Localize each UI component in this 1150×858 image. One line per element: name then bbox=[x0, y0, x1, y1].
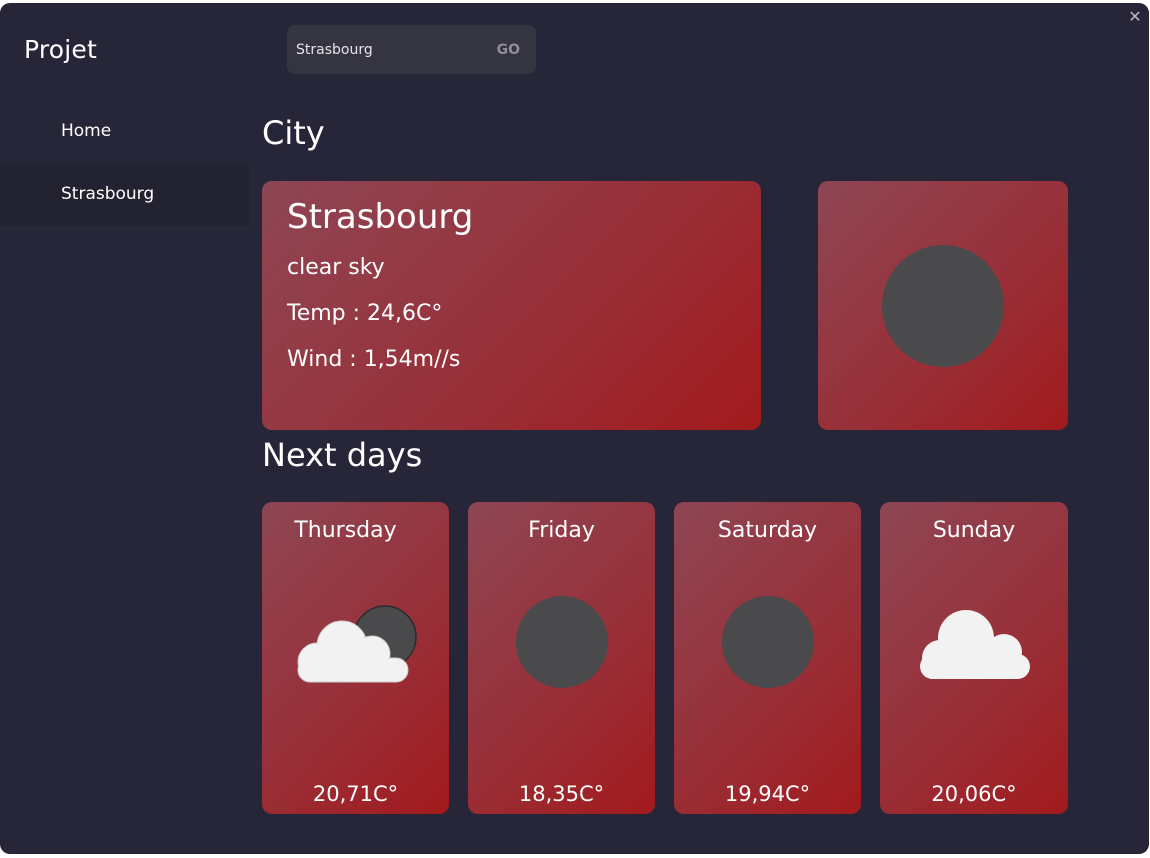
forecast-day-name: Saturday bbox=[717, 518, 818, 543]
search-input[interactable] bbox=[296, 39, 486, 61]
clear-sky-icon bbox=[722, 596, 814, 688]
app-title: Projet bbox=[24, 35, 97, 64]
current-wind: Wind : 1,54m//s bbox=[287, 347, 461, 372]
search-box: GO bbox=[287, 25, 536, 74]
city-name: Strasbourg bbox=[287, 197, 474, 237]
sidebar-nav: Home Strasbourg bbox=[0, 100, 249, 226]
cloud-with-moon-icon bbox=[297, 605, 417, 683]
forecast-temperature: 20,71C° bbox=[312, 782, 399, 806]
forecast-card-friday: Friday 18,35C° bbox=[468, 502, 655, 814]
clear-sky-icon bbox=[516, 596, 608, 688]
sidebar-item-strasbourg[interactable]: Strasbourg bbox=[0, 163, 249, 226]
forecast-day-name: Sunday bbox=[932, 518, 1016, 543]
forecast-card-thursday: Thursday 20,71C° bbox=[262, 502, 449, 814]
forecast-temperature: 20,06C° bbox=[931, 782, 1017, 806]
sidebar-item-home[interactable]: Home bbox=[0, 100, 249, 163]
forecast-section-title: Next days bbox=[262, 436, 423, 474]
forecast-card-saturday: Saturday 19,94C° bbox=[674, 502, 861, 814]
city-icon-card bbox=[818, 181, 1068, 430]
weather-description: clear sky bbox=[287, 255, 385, 280]
city-section-title: City bbox=[262, 114, 325, 152]
cloud-icon bbox=[920, 610, 1030, 679]
forecast-temperature: 19,94C° bbox=[724, 782, 811, 806]
app-window: ✕ Projet Home Strasbourg GO City Strasbo… bbox=[0, 3, 1149, 854]
clear-sky-icon bbox=[882, 245, 1004, 367]
close-icon[interactable]: ✕ bbox=[1125, 7, 1145, 27]
forecast-day-name: Thursday bbox=[294, 518, 397, 543]
forecast-temperature: 18,35C° bbox=[518, 782, 605, 806]
forecast-card-sunday: Sunday 20,06C° bbox=[880, 502, 1068, 814]
current-temperature: Temp : 24,6C° bbox=[287, 301, 443, 326]
city-weather-card: Strasbourg clear sky Temp : 24,6C° Wind … bbox=[262, 181, 761, 430]
go-button[interactable]: GO bbox=[497, 42, 520, 58]
forecast-day-name: Friday bbox=[528, 518, 595, 543]
